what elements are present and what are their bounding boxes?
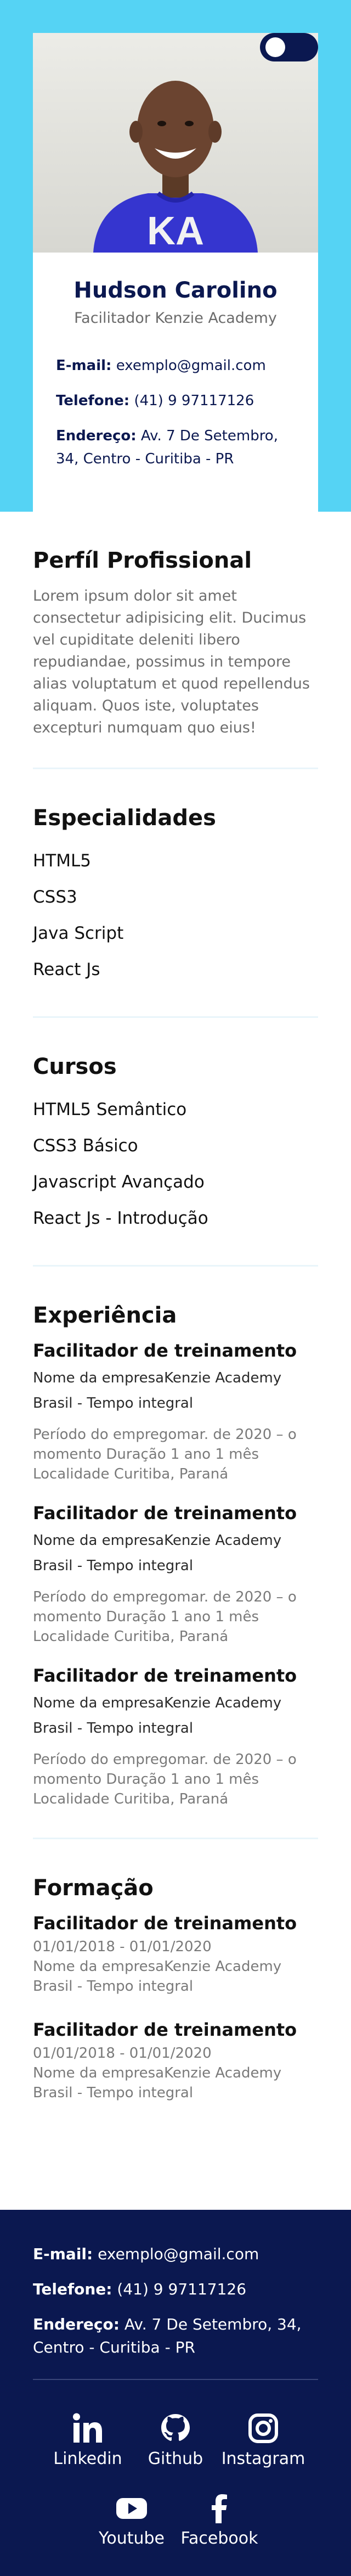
footer-address: Endereço: Av. 7 De Setembro, 34, Centro … <box>33 2313 318 2359</box>
experience-item: Facilitador de treinamento Nome da empre… <box>33 1665 318 1809</box>
education-title: Formação <box>33 1875 154 1901</box>
social-label-facebook: Facebook <box>180 2529 258 2548</box>
profile-card: KA Hudson Carolino Facilitador Kenzie Ac… <box>33 33 318 512</box>
course-item: Javascript Avançado <box>33 1172 205 1192</box>
profile-contact: E-mail: exemplo@gmail.com Telefone: (41)… <box>33 327 318 471</box>
education-dates: 01/01/2018 - 01/01/2020 <box>33 1939 212 1955</box>
skills-title: Especialidades <box>33 805 216 831</box>
contact-phone-value[interactable]: (41) 9 97117126 <box>134 393 254 409</box>
education-item: Facilitador de treinamento 01/01/2018 - … <box>33 2019 318 2103</box>
experience-title: Experiência <box>33 1303 177 1328</box>
skill-item: CSS3 <box>33 887 77 907</box>
course-item: HTML5 Semântico <box>33 1100 187 1119</box>
experience-period: Período do empregomar. de 2020 – o momen… <box>33 1589 297 1645</box>
courses-section: Cursos HTML5 Semântico CSS3 Básico Javas… <box>0 1018 351 1236</box>
social-link-instagram[interactable]: Instagram <box>222 2411 305 2468</box>
skill-item: React Js <box>33 960 100 979</box>
facebook-icon <box>212 2494 227 2523</box>
course-item: React Js - Introdução <box>33 1208 208 1228</box>
course-item: CSS3 Básico <box>33 1136 138 1156</box>
education-item: Facilitador de treinamento 01/01/2018 - … <box>33 1913 318 1996</box>
github-icon <box>161 2414 190 2441</box>
courses-list: HTML5 Semântico CSS3 Básico Javascript A… <box>33 1091 318 1236</box>
skills-section: Especialidades HTML5 CSS3 Java Script Re… <box>0 769 351 988</box>
theme-toggle[interactable] <box>260 33 318 61</box>
courses-title: Cursos <box>33 1054 117 1079</box>
footer-phone-value[interactable]: (41) 9 97117126 <box>117 2280 246 2298</box>
skill-item: Java Script <box>33 923 124 943</box>
social-link-facebook[interactable]: Facebook <box>181 2490 258 2548</box>
footer-phone: Telefone: (41) 9 97117126 <box>33 2278 318 2301</box>
experience-role: Facilitador de treinamento <box>33 1665 297 1686</box>
shirt-logo: KA <box>147 209 204 253</box>
experience-company: Nome da empresaKenzie Academy Brasil - T… <box>33 1370 282 1412</box>
experience-company: Nome da empresaKenzie Academy Brasil - T… <box>33 1532 282 1574</box>
education-section: Formação Facilitador de treinamento 01/0… <box>0 1839 351 2103</box>
education-course: Facilitador de treinamento <box>33 2019 297 2040</box>
instagram-icon <box>248 2413 278 2443</box>
social-label-instagram: Instagram <box>221 2449 305 2468</box>
contact-phone-label: Telefone: <box>56 393 130 409</box>
footer-email: E-mail: exemplo@gmail.com <box>33 2243 318 2266</box>
profile-photo-illustration: KA <box>93 81 258 253</box>
social-label-youtube: Youtube <box>99 2529 165 2548</box>
footer-address-label: Endereço: <box>33 2315 120 2333</box>
social-link-linkedin[interactable]: Linkedin <box>53 2411 122 2468</box>
education-dates: 01/01/2018 - 01/01/2020 <box>33 2045 212 2062</box>
contact-address: Endereço: Av. 7 De Setembro, 34, Centro … <box>56 424 295 471</box>
social-link-github[interactable]: Github <box>143 2411 208 2468</box>
experience-item: Facilitador de treinamento Nome da empre… <box>33 1503 318 1647</box>
about-section: Perfíl Profissional Lorem ipsum dolor si… <box>0 512 351 739</box>
footer-phone-label: Telefone: <box>33 2280 112 2298</box>
footer-divider <box>33 2379 318 2380</box>
experience-role: Facilitador de treinamento <box>33 1340 297 1361</box>
contact-email-value[interactable]: exemplo@gmail.com <box>116 357 266 374</box>
contact-address-label: Endereço: <box>56 428 137 444</box>
experience-item: Facilitador de treinamento Nome da empre… <box>33 1340 318 1484</box>
skills-list: HTML5 CSS3 Java Script React Js <box>33 843 318 988</box>
profile-name: Hudson Carolino <box>73 278 278 303</box>
profile-header: KA Hudson Carolino Facilitador Kenzie Ac… <box>0 0 351 512</box>
footer-email-value[interactable]: exemplo@gmail.com <box>98 2245 259 2263</box>
experience-period: Período do empregomar. de 2020 – o momen… <box>33 1751 297 1807</box>
theme-toggle-knob[interactable] <box>265 37 285 57</box>
social-link-youtube[interactable]: Youtube <box>99 2490 165 2548</box>
about-text: Lorem ipsum dolor sit amet consectetur a… <box>33 587 310 736</box>
about-title: Perfíl Profissional <box>33 548 252 573</box>
footer: E-mail: exemplo@gmail.com Telefone: (41)… <box>0 2210 351 2576</box>
contact-email-label: E-mail: <box>56 357 112 374</box>
education-school: Nome da empresaKenzie Academy Brasil - T… <box>33 1958 282 1995</box>
contact-phone: Telefone: (41) 9 97117126 <box>56 389 295 412</box>
experience-period: Período do empregomar. de 2020 – o momen… <box>33 1426 297 1482</box>
social-links: Linkedin Github Instagram Youtube Facebo… <box>33 2411 318 2548</box>
social-label-github: Github <box>148 2449 203 2468</box>
education-course: Facilitador de treinamento <box>33 1913 297 1934</box>
education-school: Nome da empresaKenzie Academy Brasil - T… <box>33 2065 282 2101</box>
social-label-linkedin: Linkedin <box>53 2449 122 2468</box>
youtube-icon <box>116 2498 147 2519</box>
contact-email: E-mail: exemplo@gmail.com <box>56 354 295 377</box>
skill-item: HTML5 <box>33 851 91 871</box>
profile-role: Facilitador Kenzie Academy <box>74 310 277 327</box>
experience-section: Experiência Facilitador de treinamento N… <box>0 1267 351 1809</box>
experience-company: Nome da empresaKenzie Academy Brasil - T… <box>33 1695 282 1737</box>
footer-email-label: E-mail: <box>33 2245 93 2263</box>
linkedin-icon <box>73 2413 102 2443</box>
profile-photo: KA <box>33 33 318 253</box>
experience-role: Facilitador de treinamento <box>33 1503 297 1524</box>
